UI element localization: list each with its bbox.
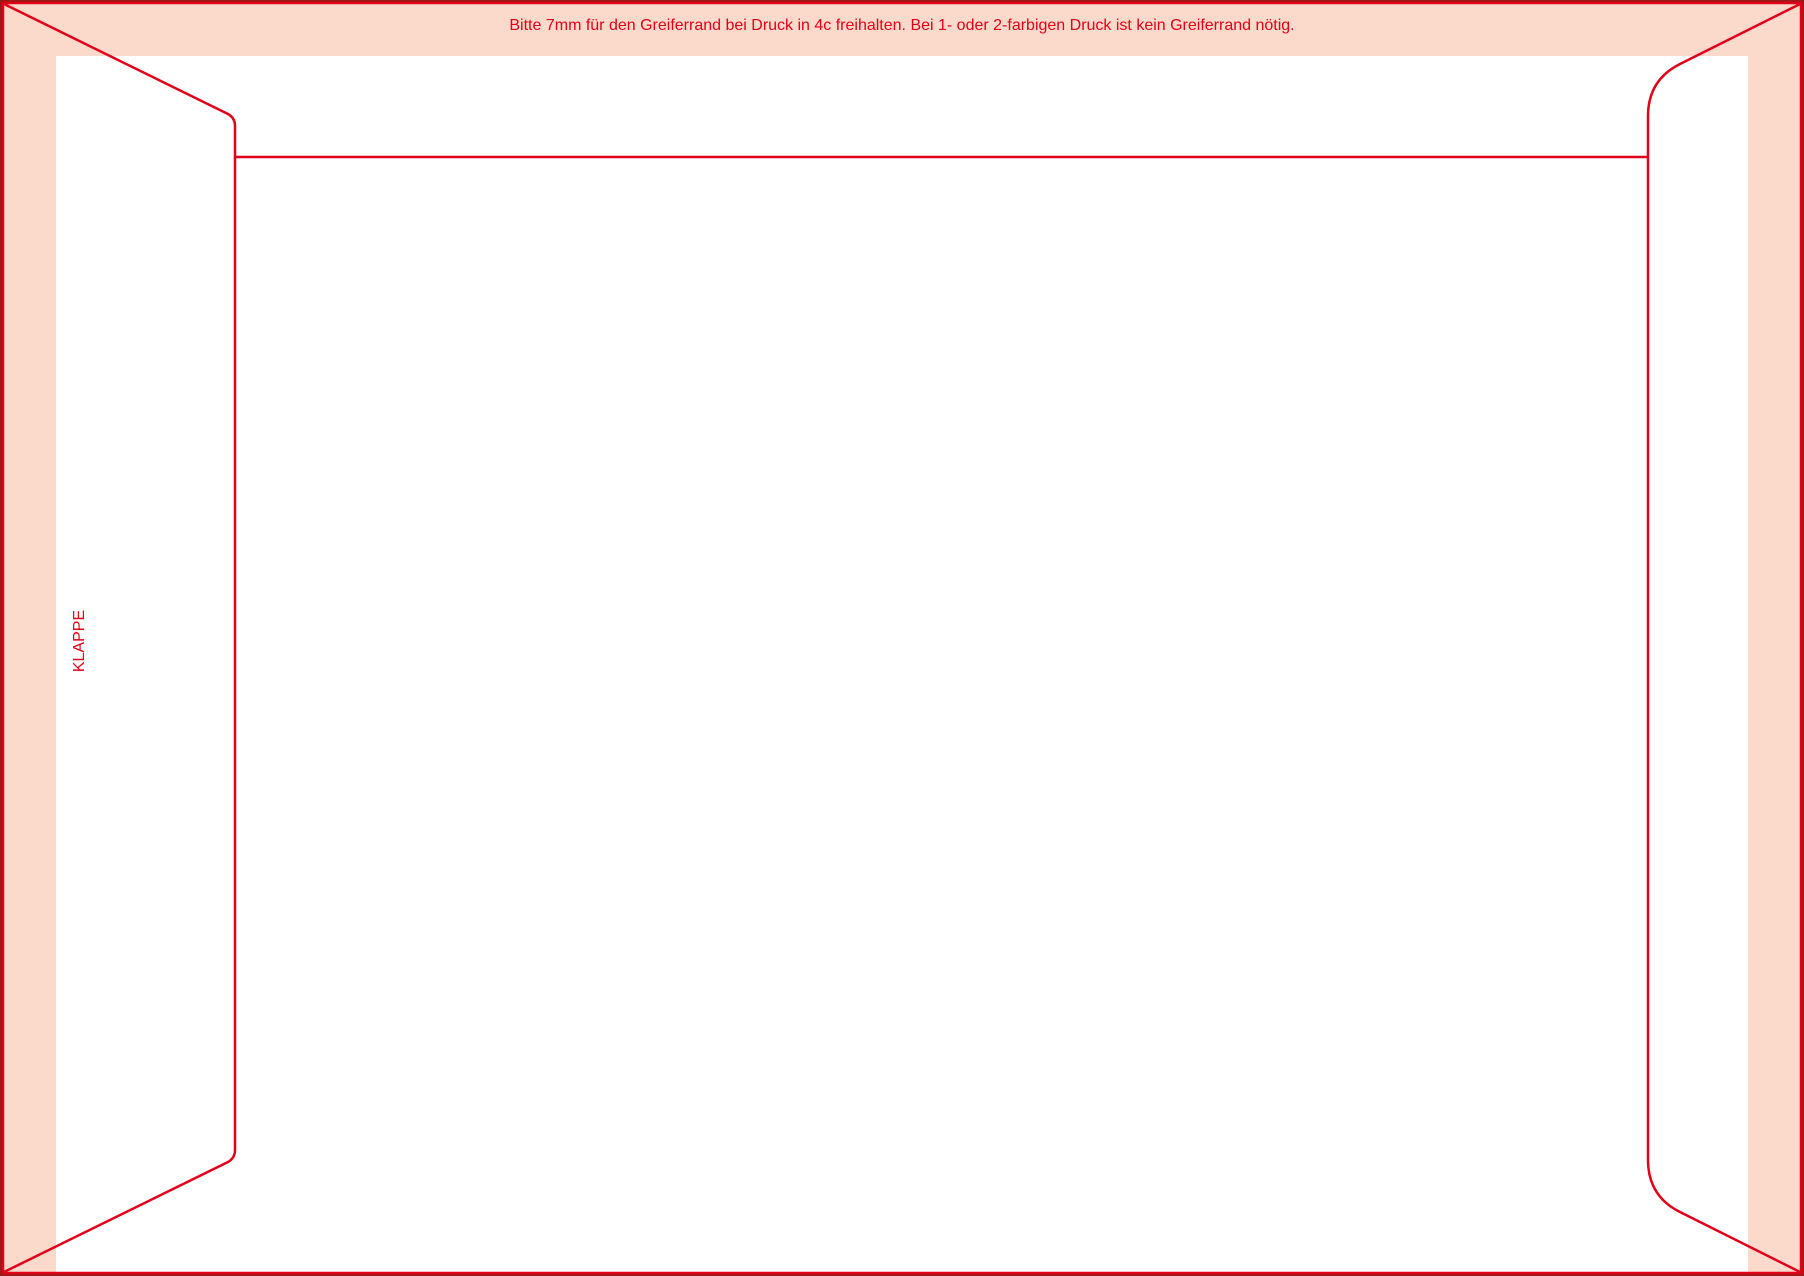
gripper-margin-notice: Bitte 7mm für den Greiferrand bei Druck …	[509, 17, 1295, 34]
flap-label: KLAPPE	[71, 609, 88, 673]
gripper-margin-band	[0, 0, 1804, 1276]
page-border	[0, 0, 1804, 1276]
envelope-die-line-drawing	[0, 0, 1804, 1276]
cut-outline	[1, 1, 1803, 1275]
envelope-template: Bitte 7mm für den Greiferrand bei Druck …	[0, 0, 1804, 1276]
